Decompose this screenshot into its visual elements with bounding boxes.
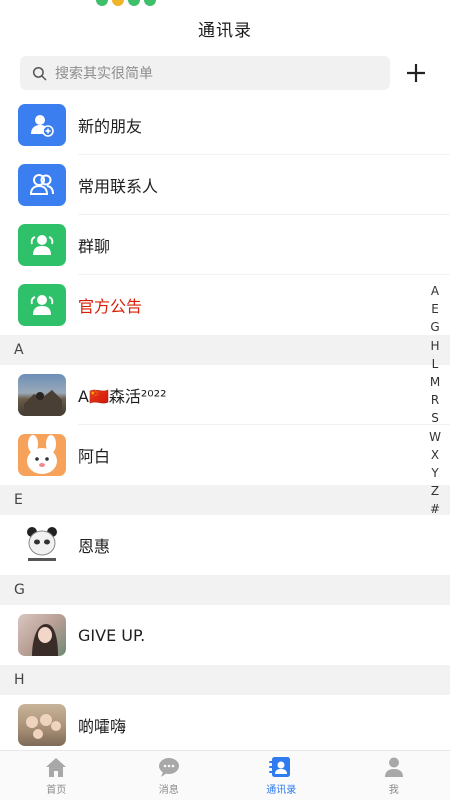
contact-name: GIVE UP. [78, 625, 146, 645]
status-bar [0, 0, 450, 8]
tab-label: 消息 [158, 784, 179, 796]
avatar [18, 374, 66, 416]
tab-home[interactable]: 首页 [0, 751, 113, 800]
index-letter[interactable]: G [430, 318, 439, 336]
tab-contacts[interactable]: 通讯录 [225, 751, 338, 800]
contact-name: 恩惠 [78, 537, 111, 556]
add-friend-icon [18, 104, 66, 146]
tab-label: 我 [388, 784, 399, 796]
avatar [18, 704, 66, 746]
index-letter[interactable]: A [431, 282, 439, 300]
add-button[interactable] [400, 58, 432, 88]
avatar [18, 434, 66, 476]
contact-name: 啲嚯嗨 [78, 717, 127, 736]
contact-name: A🇨🇳森活²⁰²² [78, 387, 167, 406]
contact-list: 新的朋友 常用联系人 群聊 官方公告 A A🇨🇳森活²⁰²² 阿白 E 恩惠 G… [0, 95, 450, 755]
index-letter[interactable]: X [431, 446, 439, 464]
index-letter[interactable]: L [432, 355, 439, 373]
new-friends-item[interactable]: 新的朋友 [0, 95, 450, 155]
index-letter[interactable]: Y [431, 464, 438, 482]
tab-label: 首页 [46, 784, 67, 796]
section-header-h: H [0, 665, 450, 695]
contact-name: 阿白 [78, 447, 111, 466]
search-placeholder: 搜索其实很简单 [55, 66, 153, 82]
tab-messages[interactable]: 消息 [113, 751, 226, 800]
index-letter[interactable]: E [431, 300, 439, 318]
top-bar: 通讯录 [0, 8, 450, 48]
status-indicator [112, 0, 124, 6]
search-row: 搜索其实很简单 [0, 56, 450, 90]
message-icon [158, 757, 179, 777]
index-letter[interactable]: Z [431, 482, 439, 500]
profile-icon [384, 757, 403, 777]
tab-label: 通讯录 [266, 784, 297, 796]
search-icon [32, 66, 47, 80]
contact-row[interactable]: 阿白 [0, 425, 450, 485]
index-letter[interactable]: # [430, 500, 440, 518]
contacts-icon [18, 164, 66, 206]
page-title: 通讯录 [198, 20, 252, 41]
index-letter[interactable]: S [431, 409, 439, 427]
new-friends-label: 新的朋友 [78, 117, 143, 136]
group-chat-label: 群聊 [78, 237, 111, 256]
alphabet-index[interactable]: A E G H L M R S W X Y Z # [428, 282, 442, 519]
frequent-contacts-item[interactable]: 常用联系人 [0, 155, 450, 215]
section-header-a: A [0, 335, 450, 365]
search-input[interactable]: 搜索其实很简单 [20, 56, 390, 90]
index-letter[interactable]: H [430, 337, 439, 355]
bottom-tab-bar: 首页 消息 通讯录 我 [0, 750, 450, 800]
section-header-g: G [0, 575, 450, 605]
index-letter[interactable]: R [431, 391, 439, 409]
index-letter[interactable]: M [430, 373, 440, 391]
home-icon [46, 757, 67, 777]
tab-me[interactable]: 我 [338, 751, 450, 800]
group-chat-item[interactable]: 群聊 [0, 215, 450, 275]
avatar [18, 614, 66, 656]
contact-row[interactable]: 啲嚯嗨 [0, 695, 450, 755]
contacts-tab-icon [269, 756, 291, 777]
frequent-contacts-label: 常用联系人 [78, 177, 159, 196]
group-icon [18, 284, 66, 326]
status-indicator [144, 0, 156, 6]
index-letter[interactable]: W [429, 428, 441, 446]
avatar [18, 524, 66, 566]
contact-row[interactable]: 恩惠 [0, 515, 450, 575]
contact-row[interactable]: A🇨🇳森活²⁰²² [0, 365, 450, 425]
section-header-e: E [0, 485, 450, 515]
plus-icon [407, 64, 425, 82]
status-indicator [128, 0, 140, 6]
official-announcement-label: 官方公告 [78, 297, 143, 316]
group-icon [18, 224, 66, 266]
contact-row[interactable]: GIVE UP. [0, 605, 450, 665]
official-announcement-item[interactable]: 官方公告 [0, 275, 450, 335]
status-indicator [96, 0, 108, 6]
